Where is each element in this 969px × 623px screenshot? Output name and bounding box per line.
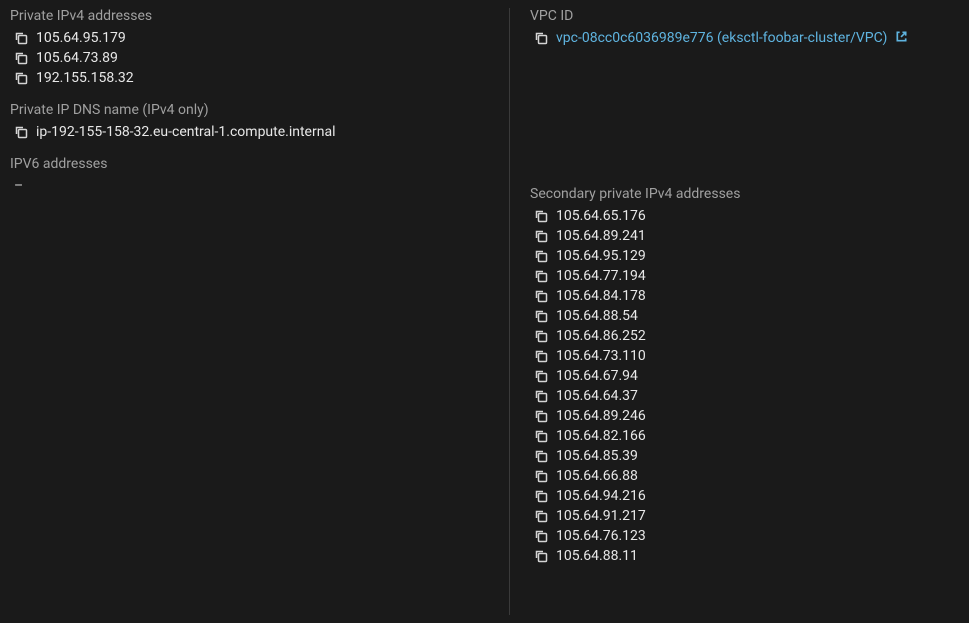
ip-value: 105.64.89.241 — [556, 228, 646, 244]
copy-icon[interactable] — [534, 509, 548, 523]
ip-value: 105.64.95.129 — [556, 248, 646, 264]
ip-value: 192.155.158.32 — [36, 70, 134, 86]
ip-value: 105.64.64.37 — [556, 388, 638, 404]
copy-icon[interactable] — [534, 269, 548, 283]
list-item: 105.64.73.89 — [10, 50, 489, 66]
external-link-icon — [895, 30, 908, 43]
list-item: 105.64.86.252 — [530, 328, 939, 344]
copy-icon[interactable] — [534, 529, 548, 543]
list-item: 105.64.66.88 — [530, 468, 939, 484]
private-dns-row: ip-192-155-158-32.eu-central-1.compute.i… — [10, 124, 489, 140]
vpc-row: vpc-08cc0c6036989e776 (eksctl-foobar-clu… — [530, 30, 939, 46]
list-item: 105.64.95.179 — [10, 30, 489, 46]
list-item: 105.64.89.241 — [530, 228, 939, 244]
ip-value: 105.64.85.39 — [556, 448, 638, 464]
vpc-label: VPC ID — [530, 8, 939, 24]
ip-value: 105.64.91.217 — [556, 508, 646, 524]
copy-icon[interactable] — [534, 229, 548, 243]
ipv6-value: – — [10, 178, 489, 194]
copy-icon[interactable] — [14, 31, 28, 45]
vpc-link[interactable]: vpc-08cc0c6036989e776 (eksctl-foobar-clu… — [556, 30, 908, 46]
copy-icon[interactable] — [14, 51, 28, 65]
copy-icon[interactable] — [534, 549, 548, 563]
ip-value: 105.64.88.11 — [556, 548, 638, 564]
ip-value: 105.64.76.123 — [556, 528, 646, 544]
list-item: 192.155.158.32 — [10, 70, 489, 86]
copy-icon[interactable] — [534, 31, 548, 45]
list-item: 105.64.84.178 — [530, 288, 939, 304]
private-dns-section: Private IP DNS name (IPv4 only) ip-192-1… — [10, 102, 489, 140]
copy-icon[interactable] — [534, 309, 548, 323]
vpc-section: VPC ID vpc-08cc0c6036989e776 (eksctl-foo… — [530, 8, 939, 46]
ip-value: 105.64.89.246 — [556, 408, 646, 424]
list-item: 105.64.88.54 — [530, 308, 939, 324]
copy-icon[interactable] — [534, 209, 548, 223]
copy-icon[interactable] — [534, 369, 548, 383]
ip-value: 105.64.95.179 — [36, 30, 126, 46]
copy-icon[interactable] — [534, 349, 548, 363]
copy-icon[interactable] — [14, 71, 28, 85]
copy-icon[interactable] — [534, 489, 548, 503]
list-item: 105.64.91.217 — [530, 508, 939, 524]
list-item: 105.64.73.110 — [530, 348, 939, 364]
ip-value: 105.64.73.110 — [556, 348, 646, 364]
list-item: 105.64.82.166 — [530, 428, 939, 444]
list-item: 105.64.77.194 — [530, 268, 939, 284]
ipv6-label: IPV6 addresses — [10, 156, 489, 172]
list-item: 105.64.94.216 — [530, 488, 939, 504]
ip-value: 105.64.77.194 — [556, 268, 646, 284]
copy-icon[interactable] — [534, 289, 548, 303]
list-item: 105.64.76.123 — [530, 528, 939, 544]
private-dns-value: ip-192-155-158-32.eu-central-1.compute.i… — [36, 124, 335, 140]
list-item: 105.64.85.39 — [530, 448, 939, 464]
private-ipv4-section: Private IPv4 addresses 105.64.95.179 105.… — [10, 8, 489, 86]
list-item: 105.64.95.129 — [530, 248, 939, 264]
ip-value: 105.64.67.94 — [556, 368, 638, 384]
private-ipv4-label: Private IPv4 addresses — [10, 8, 489, 24]
ip-value: 105.64.86.252 — [556, 328, 646, 344]
secondary-ipv4-label: Secondary private IPv4 addresses — [530, 186, 939, 202]
list-item: 105.64.67.94 — [530, 368, 939, 384]
ip-value: 105.64.73.89 — [36, 50, 118, 66]
ipv6-section: IPV6 addresses – — [10, 156, 489, 194]
copy-icon[interactable] — [534, 449, 548, 463]
ip-value: 105.64.94.216 — [556, 488, 646, 504]
ip-value: 105.64.84.178 — [556, 288, 646, 304]
secondary-ipv4-section: Secondary private IPv4 addresses 105.64.… — [530, 186, 939, 564]
private-dns-label: Private IP DNS name (IPv4 only) — [10, 102, 489, 118]
vpc-value: vpc-08cc0c6036989e776 (eksctl-foobar-clu… — [556, 30, 887, 46]
ip-value: 105.64.66.88 — [556, 468, 638, 484]
copy-icon[interactable] — [534, 249, 548, 263]
ip-value: 105.64.65.176 — [556, 208, 646, 224]
list-item: 105.64.88.11 — [530, 548, 939, 564]
copy-icon[interactable] — [534, 329, 548, 343]
list-item: 105.64.65.176 — [530, 208, 939, 224]
copy-icon[interactable] — [534, 389, 548, 403]
copy-icon[interactable] — [14, 125, 28, 139]
copy-icon[interactable] — [534, 469, 548, 483]
list-item: 105.64.64.37 — [530, 388, 939, 404]
list-item: 105.64.89.246 — [530, 408, 939, 424]
copy-icon[interactable] — [534, 409, 548, 423]
ip-value: 105.64.88.54 — [556, 308, 638, 324]
ip-value: 105.64.82.166 — [556, 428, 646, 444]
copy-icon[interactable] — [534, 429, 548, 443]
